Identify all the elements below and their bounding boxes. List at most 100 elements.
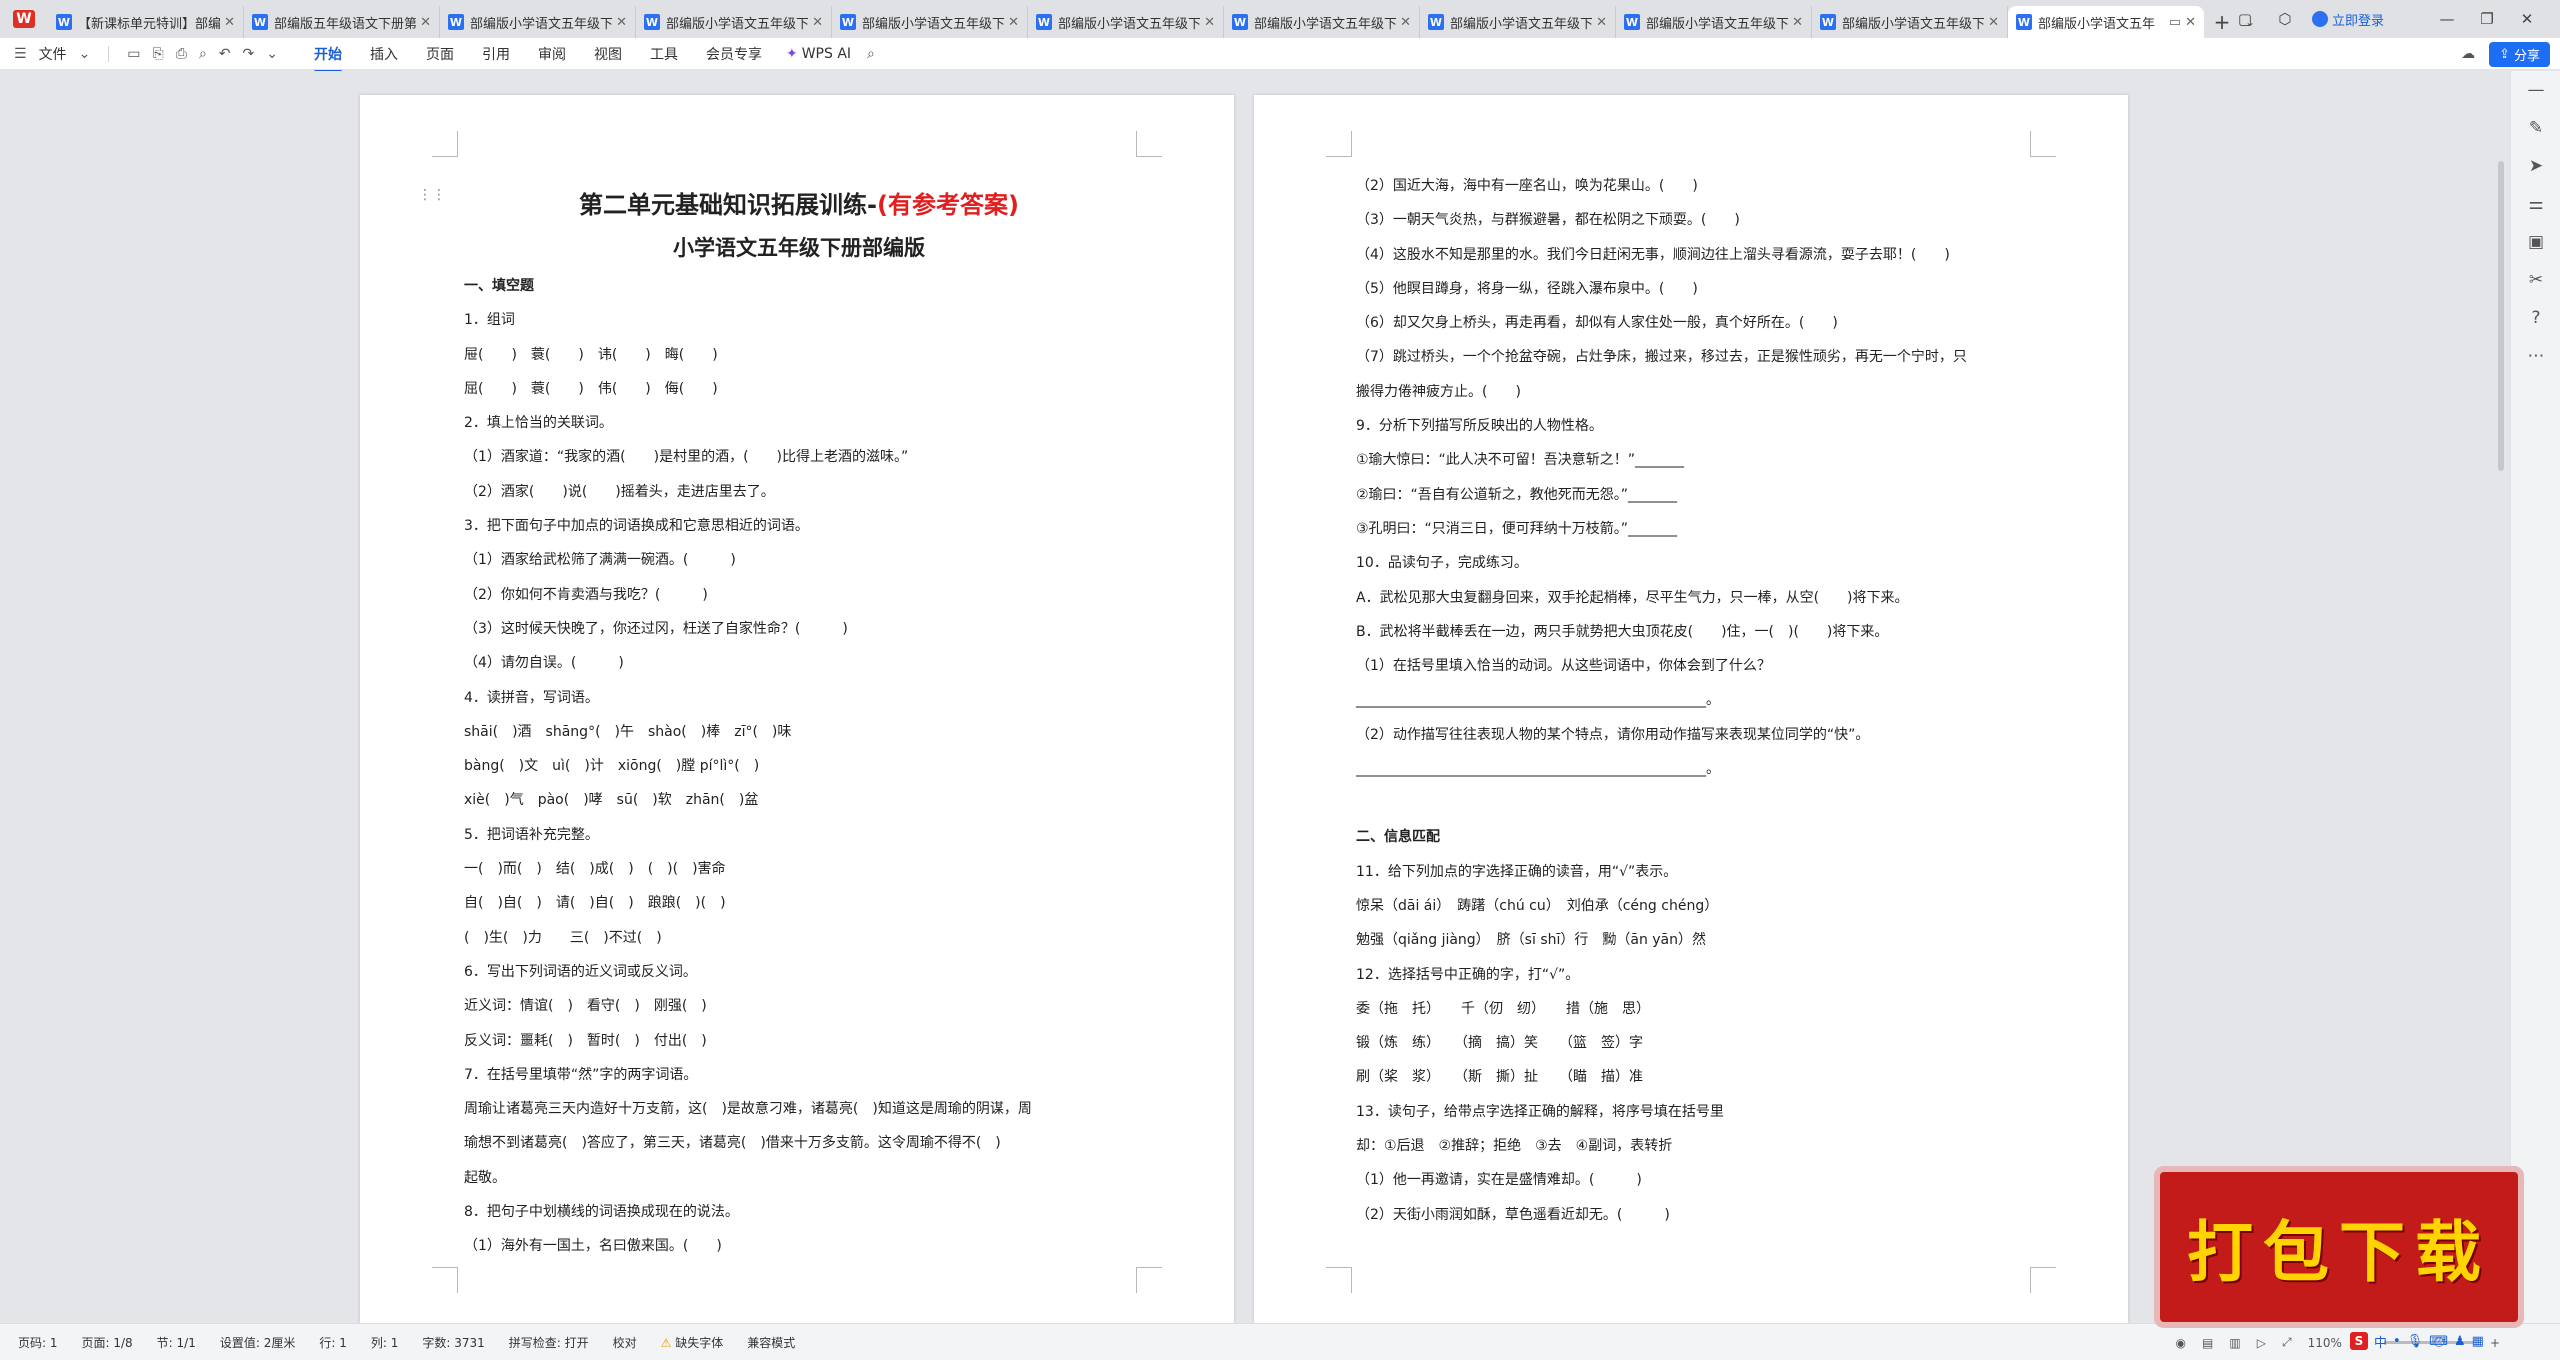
spell-check-toggle[interactable]: 拼写检查: 打开 [509, 1334, 589, 1351]
page1-content[interactable]: 第二单元基础知识拓展训练-(有参考答案) 小学语文五年级下册部编版 一、填空题 1… [464, 183, 1134, 1264]
pen-icon[interactable]: ✎ [2511, 109, 2560, 147]
document-tab[interactable]: W 部编版小学语文五年级下册 ✕ [636, 6, 832, 38]
tab-close-icon[interactable]: ✕ [224, 15, 235, 30]
export-pdf-icon[interactable]: ⎘ [153, 46, 164, 62]
ime-punctuation-icon[interactable]: • [2393, 1334, 2401, 1349]
document-tab[interactable]: W 部编版小学语文五年级下册 ✕ [1812, 6, 2008, 38]
missing-font-button[interactable]: ⚠ 缺失字体 [661, 1334, 724, 1351]
right-sidebar: — ✎ ➤ ⚌ ▣ ✂ ? ⋯ [2510, 71, 2560, 1323]
text-line: （1）酒家给武松筛了满满一碗酒。( ) [464, 552, 736, 569]
status-section: 节: 1/1 [156, 1335, 196, 1350]
save-icon[interactable]: ▭ [127, 46, 140, 62]
web-view-icon[interactable]: ▥ [2229, 1336, 2240, 1350]
page2-content[interactable]: （2）国近大海，海中有一座名山，唤为花果山。( ) （3）一朝天气炎热，与群猴避暑… [1356, 169, 2036, 1232]
ime-more-icon[interactable]: ▦ [2472, 1334, 2484, 1349]
help-icon[interactable]: ? [2511, 299, 2560, 337]
document-tab[interactable]: W 部编版小学语文五年级下册 ✕ [440, 6, 636, 38]
cube-icon[interactable]: ⬡ [2272, 6, 2298, 32]
tab-monitor-icon[interactable]: ▭ [2169, 15, 2181, 30]
restore-icon[interactable]: ❐ [2474, 6, 2500, 32]
chevron-down-icon[interactable]: ⌄ [79, 46, 91, 62]
print-icon[interactable]: ⎙ [176, 46, 187, 62]
ime-toolbar: S 中 • 🎙 ⌨ ♟ ▦ [2350, 1330, 2484, 1352]
drag-handle-icon[interactable]: ⋮⋮ [418, 187, 446, 203]
status-page-count[interactable]: 页面: 1/8 [82, 1334, 133, 1351]
tab-close-icon[interactable]: ✕ [1008, 15, 1019, 30]
tab-close-icon[interactable]: ✕ [1204, 15, 1215, 30]
tab-close-icon[interactable]: ✕ [1792, 15, 1803, 30]
download-pack-badge[interactable]: 打包下载 [2160, 1172, 2518, 1322]
cloud-sync-icon[interactable]: ☁ [2461, 46, 2475, 62]
document-tab[interactable]: W 部编版小学语文五年级下册 ✕ [1420, 6, 1616, 38]
settings-sliders-icon[interactable]: ⚌ [2511, 185, 2560, 223]
document-page-2[interactable]: （2）国近大海，海中有一座名山，唤为花果山。( ) （3）一朝天气炎热，与群猴避暑… [1254, 95, 2128, 1323]
more-chevron-icon[interactable]: ⌄ [266, 46, 278, 62]
collapse-icon[interactable]: — [2511, 71, 2560, 109]
ribbon-tab[interactable]: 工具 [636, 38, 692, 70]
tab-label: 部编版小学语文五年级下册 [1646, 16, 1789, 32]
ribbon-tabs: 开始 插入 页面 引用 审阅 视图 工具 会员专享 [300, 38, 776, 73]
document-tab[interactable]: W 部编版小学语文五年级下册 ✕ [1028, 6, 1224, 38]
share-button[interactable]: ⇪ 分享 [2489, 41, 2550, 67]
more-icon[interactable]: ⋯ [2511, 337, 2560, 375]
tab-close-icon[interactable]: ✕ [616, 15, 627, 30]
document-page-1[interactable]: ⋮⋮ 第二单元基础知识拓展训练-(有参考答案) 小学语文五年级下册部编版 一、填… [360, 95, 1234, 1323]
text-line: （2）动作描写往往表现人物的某个特点，请你用动作描写来表现某位同学的“快”。 [1356, 726, 1870, 743]
ime-logo-icon[interactable]: S [2350, 1332, 2368, 1350]
document-tab[interactable]: W 部编版小学语文五年 ▭ ✕ [2008, 6, 2204, 38]
tab-close-icon[interactable]: ✕ [1596, 15, 1607, 30]
zoom-in-icon[interactable]: + [2490, 1336, 2500, 1350]
document-tab[interactable]: W 部编版五年级语文下册第二单元✕ [244, 6, 440, 38]
undo-icon[interactable]: ↶ [219, 46, 231, 62]
proofread-button[interactable]: 校对 [613, 1334, 637, 1351]
ime-language[interactable]: 中 [2374, 1332, 2387, 1351]
vertical-scrollbar[interactable] [2498, 161, 2504, 471]
ime-keyboard-icon[interactable]: ⌨ [2429, 1334, 2448, 1349]
document-tab[interactable]: W 部编版小学语文五年级下册 ✕ [1224, 6, 1420, 38]
tab-close-icon[interactable]: ✕ [812, 15, 823, 30]
close-window-icon[interactable]: ✕ [2514, 6, 2540, 32]
crop-mark [1136, 1267, 1162, 1293]
tab-close-icon[interactable]: ✕ [2185, 15, 2196, 30]
tab-label: 部编版五年级语文下册第二单元 [274, 16, 417, 32]
image-icon[interactable]: ▣ [2511, 223, 2560, 261]
ribbon-tab[interactable]: 插入 [356, 38, 412, 70]
tools-icon[interactable]: ✂ [2511, 261, 2560, 299]
eye-icon[interactable]: ◉ [2176, 1336, 2186, 1350]
ribbon-tab[interactable]: 开始 [300, 38, 356, 73]
hamburger-icon[interactable]: ☰ [14, 46, 27, 62]
minimize-icon[interactable]: — [2434, 6, 2460, 32]
window-layout-icon[interactable]: ▢ [2232, 6, 2258, 32]
ribbon-tab[interactable]: 会员专享 [692, 38, 776, 70]
search-icon[interactable]: ⌕ [861, 46, 881, 62]
ime-mic-icon[interactable]: 🎙 [2407, 1334, 2424, 1349]
wps-logo[interactable]: W [0, 0, 48, 38]
print-preview-icon[interactable]: ⌕ [199, 46, 207, 62]
status-word-count[interactable]: 字数: 3731 [422, 1334, 484, 1351]
ribbon-tab[interactable]: 视图 [580, 38, 636, 70]
tab-close-icon[interactable]: ✕ [1400, 15, 1411, 30]
text-line: 7．在括号里填带“然”字的两字词语。 [464, 1066, 698, 1083]
pointer-icon[interactable]: ➤ [2511, 147, 2560, 185]
document-tab[interactable]: W 部编版小学语文五年级下册 ✕ [1616, 6, 1812, 38]
ime-skin-icon[interactable]: ♟ [2454, 1334, 2466, 1349]
login-button[interactable]: 立即登录 [2311, 10, 2384, 29]
document-tab[interactable]: W 【新课标单元特训】部编版 ✕ [48, 6, 244, 38]
redo-icon[interactable]: ↷ [243, 46, 255, 62]
document-tab[interactable]: W 部编版小学语文五年级下册 ✕ [832, 6, 1028, 38]
page-view-icon[interactable]: ▤ [2202, 1336, 2213, 1350]
tab-close-icon[interactable]: ✕ [1988, 15, 1999, 30]
play-icon[interactable]: ▷ [2257, 1336, 2266, 1350]
tab-close-icon[interactable]: ✕ [420, 15, 431, 30]
warning-icon: ⚠ [660, 1335, 672, 1350]
wps-ai-button[interactable]: ✦ WPS AI [776, 40, 861, 68]
page2-lines-a: （2）国近大海，海中有一座名山，唤为花果山。( ) （3）一朝天气炎热，与群猴避暑… [1356, 169, 2036, 786]
fit-width-icon[interactable]: ⤢ [2282, 1335, 2292, 1350]
ribbon-tab[interactable]: 审阅 [524, 38, 580, 70]
file-menu[interactable]: 文件 [39, 44, 67, 64]
document-canvas[interactable]: ⋮⋮ 第二单元基础知识拓展训练-(有参考答案) 小学语文五年级下册部编版 一、填… [0, 71, 2560, 1323]
zoom-level[interactable]: 110% [2308, 1336, 2342, 1350]
ribbon-tab[interactable]: 引用 [468, 38, 524, 70]
writer-doc-icon: W [1232, 14, 1248, 30]
ribbon-tab[interactable]: 页面 [412, 38, 468, 70]
